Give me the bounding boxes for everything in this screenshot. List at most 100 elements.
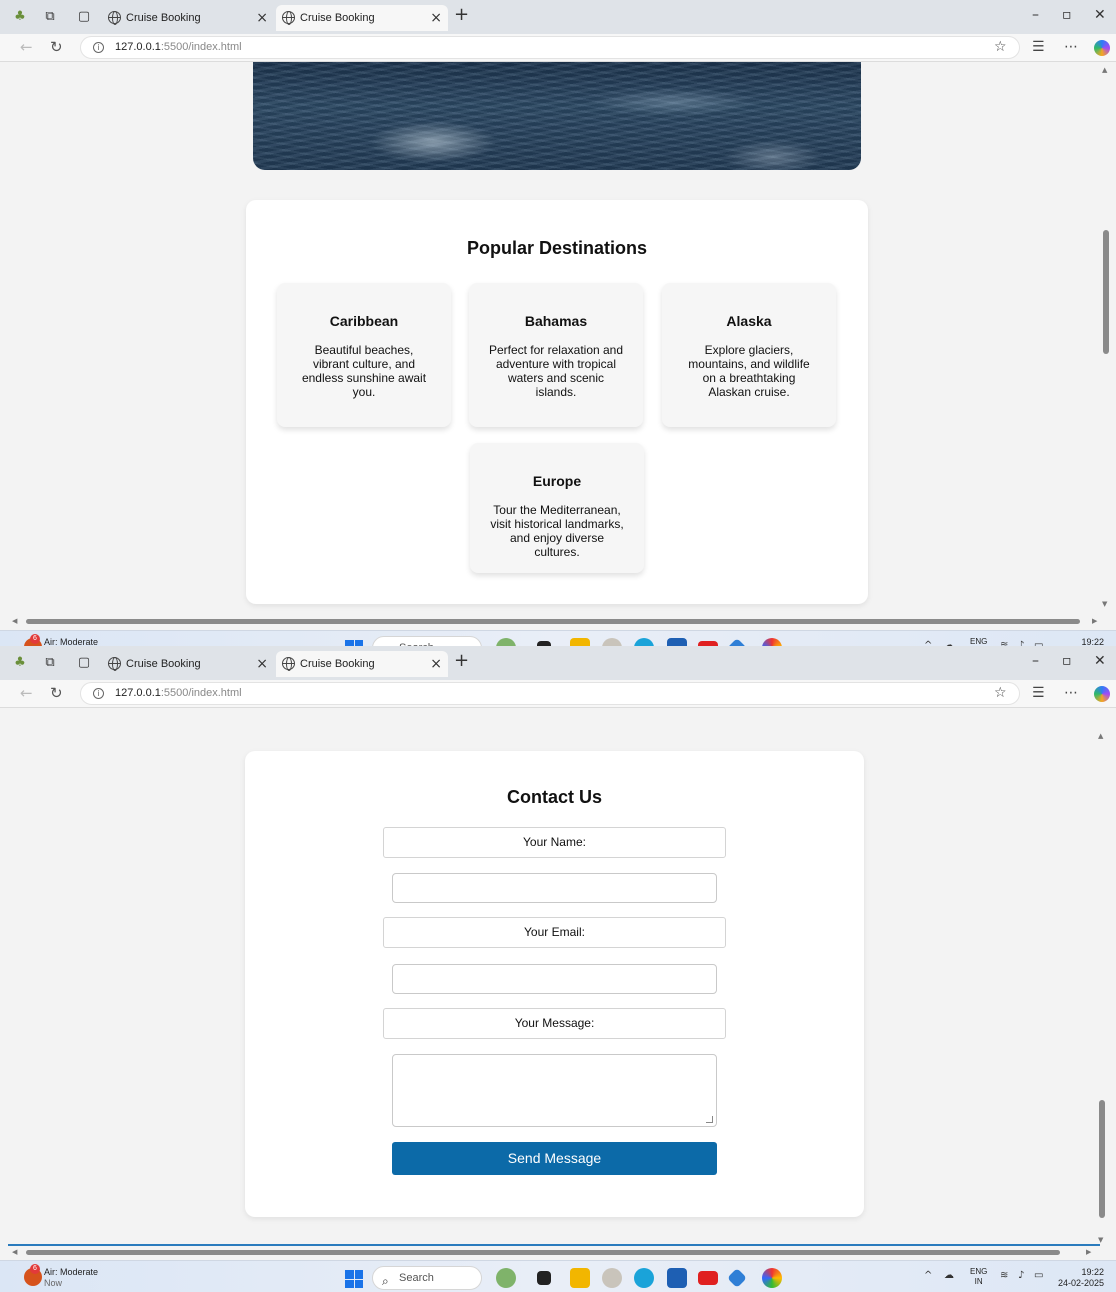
- tab-actions-icon[interactable]: ▢: [76, 9, 92, 25]
- close-icon[interactable]: ×: [430, 5, 442, 31]
- scroll-right-icon[interactable]: ▶: [1086, 1248, 1091, 1256]
- scroll-thumb[interactable]: [26, 1250, 1060, 1255]
- vscode-icon[interactable]: [727, 1268, 747, 1288]
- destination-desc: Beautiful beaches, vibrant culture, and …: [301, 343, 427, 399]
- app-icon-game[interactable]: [496, 638, 516, 646]
- search-icon: ⌕: [382, 1274, 389, 1288]
- scroll-left-icon[interactable]: ◀: [12, 1248, 17, 1256]
- language-indicator[interactable]: ENG IN: [970, 1267, 987, 1287]
- restore-icon[interactable]: ▫: [1062, 7, 1072, 23]
- close-window-icon[interactable]: ✕: [1094, 653, 1106, 669]
- store-icon[interactable]: [667, 1268, 687, 1288]
- tab-cruise-booking-2[interactable]: Cruise Booking ×: [276, 5, 448, 31]
- profile-icon[interactable]: ♣: [12, 9, 28, 25]
- url-field[interactable]: i 127.0.0.1:5500/index.html: [80, 682, 1020, 705]
- chrome-icon[interactable]: [762, 1268, 782, 1288]
- name-input[interactable]: [392, 873, 717, 903]
- copilot-icon[interactable]: [1094, 40, 1110, 56]
- close-icon[interactable]: ×: [256, 5, 268, 31]
- vertical-scrollbar[interactable]: ▲ ▼: [1098, 728, 1106, 1248]
- scroll-thumb[interactable]: [1103, 230, 1109, 354]
- clock[interactable]: 19:22 24-02-2025: [1052, 1267, 1104, 1289]
- destination-name: Alaska: [726, 313, 772, 329]
- scroll-down-icon[interactable]: ▼: [1102, 600, 1107, 608]
- url-field[interactable]: i 127.0.0.1:5500/index.html: [80, 36, 1020, 59]
- taskbar-search[interactable]: ⌕ Search: [372, 636, 482, 646]
- tab-cruise-booking-1[interactable]: Cruise Booking ×: [102, 5, 274, 31]
- chevron-up-icon[interactable]: ^: [924, 1270, 932, 1281]
- page-bottom-border: [8, 1244, 1100, 1246]
- tab-title: Cruise Booking: [126, 12, 201, 24]
- app-icon-taskview[interactable]: [537, 1271, 551, 1285]
- search-placeholder: Search: [399, 1272, 434, 1284]
- workspaces-icon[interactable]: ⧉: [42, 655, 58, 671]
- chrome-icon[interactable]: [762, 638, 782, 646]
- favorites-icon[interactable]: ☰: [1032, 39, 1045, 55]
- edge-icon[interactable]: [634, 1268, 654, 1288]
- back-icon[interactable]: ←: [20, 684, 33, 702]
- windows-start-icon[interactable]: [345, 1270, 363, 1288]
- tab-cruise-booking-1[interactable]: Cruise Booking ×: [102, 651, 274, 677]
- star-icon[interactable]: ☆: [994, 685, 1007, 701]
- weather-widget[interactable]: Air: Moderate Now: [44, 637, 98, 646]
- minimize-icon[interactable]: –: [1032, 7, 1039, 23]
- edge-icon[interactable]: [634, 638, 654, 646]
- back-icon[interactable]: ←: [20, 38, 33, 56]
- vertical-scrollbar[interactable]: ▲ ▼: [1102, 62, 1110, 614]
- email-input[interactable]: [392, 964, 717, 994]
- send-message-button[interactable]: Send Message: [392, 1142, 717, 1175]
- refresh-icon[interactable]: ↻: [50, 684, 63, 702]
- refresh-icon[interactable]: ↻: [50, 38, 63, 56]
- star-icon[interactable]: ☆: [994, 39, 1007, 55]
- close-window-icon[interactable]: ✕: [1094, 7, 1106, 23]
- restore-icon[interactable]: ▫: [1062, 653, 1072, 669]
- info-icon[interactable]: i: [93, 688, 104, 699]
- app-icon-avatar[interactable]: [602, 1268, 622, 1288]
- workspaces-icon[interactable]: ⧉: [42, 9, 58, 25]
- volume-icon[interactable]: ♪: [1018, 1270, 1024, 1281]
- more-icon[interactable]: ⋯: [1064, 39, 1078, 55]
- store-icon[interactable]: [667, 638, 687, 646]
- horizontal-scrollbar[interactable]: ◀ ▶: [12, 616, 1102, 626]
- destination-desc: Tour the Mediterranean, visit historical…: [490, 503, 624, 559]
- scroll-thumb[interactable]: [1099, 1100, 1105, 1218]
- youtube-icon[interactable]: [698, 1271, 718, 1285]
- scroll-up-icon[interactable]: ▲: [1102, 66, 1107, 74]
- minimize-icon[interactable]: –: [1032, 653, 1039, 669]
- app-icon-avatar[interactable]: [602, 638, 622, 646]
- file-explorer-icon[interactable]: [570, 638, 590, 646]
- copilot-icon[interactable]: [1094, 686, 1110, 702]
- tab-cruise-booking-2[interactable]: Cruise Booking ×: [276, 651, 448, 677]
- destination-card-bahamas: Bahamas Perfect for relaxation and adven…: [469, 283, 643, 427]
- clock[interactable]: 19:22 24-02-2025: [1052, 637, 1104, 646]
- weather-title: Air: Moderate: [44, 637, 99, 646]
- url-path: :5500/index.html: [160, 687, 242, 699]
- info-icon[interactable]: i: [93, 42, 104, 53]
- battery-icon[interactable]: ▭: [1034, 1270, 1043, 1281]
- scroll-right-icon[interactable]: ▶: [1092, 617, 1097, 625]
- plus-icon[interactable]: +: [454, 4, 469, 25]
- contact-section: Contact Us Your Name: Your Email: Your M…: [245, 751, 864, 1217]
- scroll-down-icon[interactable]: ▼: [1098, 1236, 1103, 1244]
- vscode-icon[interactable]: [727, 638, 747, 646]
- file-explorer-icon[interactable]: [570, 1268, 590, 1288]
- app-icon-game[interactable]: [496, 1268, 516, 1288]
- scroll-left-icon[interactable]: ◀: [12, 617, 17, 625]
- favorites-icon[interactable]: ☰: [1032, 685, 1045, 701]
- taskbar-search[interactable]: ⌕ Search: [372, 1266, 482, 1290]
- more-icon[interactable]: ⋯: [1064, 685, 1078, 701]
- profile-icon[interactable]: ♣: [12, 655, 28, 671]
- destination-name: Caribbean: [329, 313, 399, 329]
- close-icon[interactable]: ×: [256, 651, 268, 677]
- plus-icon[interactable]: +: [454, 650, 469, 671]
- close-icon[interactable]: ×: [430, 651, 442, 677]
- message-textarea[interactable]: [392, 1054, 717, 1127]
- cloud-icon[interactable]: ☁: [944, 1270, 954, 1281]
- tab-actions-icon[interactable]: ▢: [76, 655, 92, 671]
- language-indicator[interactable]: ENG IN: [970, 637, 987, 646]
- weather-widget[interactable]: Air: Moderate Now: [44, 1267, 98, 1289]
- wifi-icon[interactable]: ≋: [1000, 1270, 1008, 1281]
- scroll-up-icon[interactable]: ▲: [1098, 732, 1103, 740]
- scroll-thumb[interactable]: [26, 619, 1080, 624]
- horizontal-scrollbar[interactable]: ◀ ▶: [12, 1247, 1102, 1257]
